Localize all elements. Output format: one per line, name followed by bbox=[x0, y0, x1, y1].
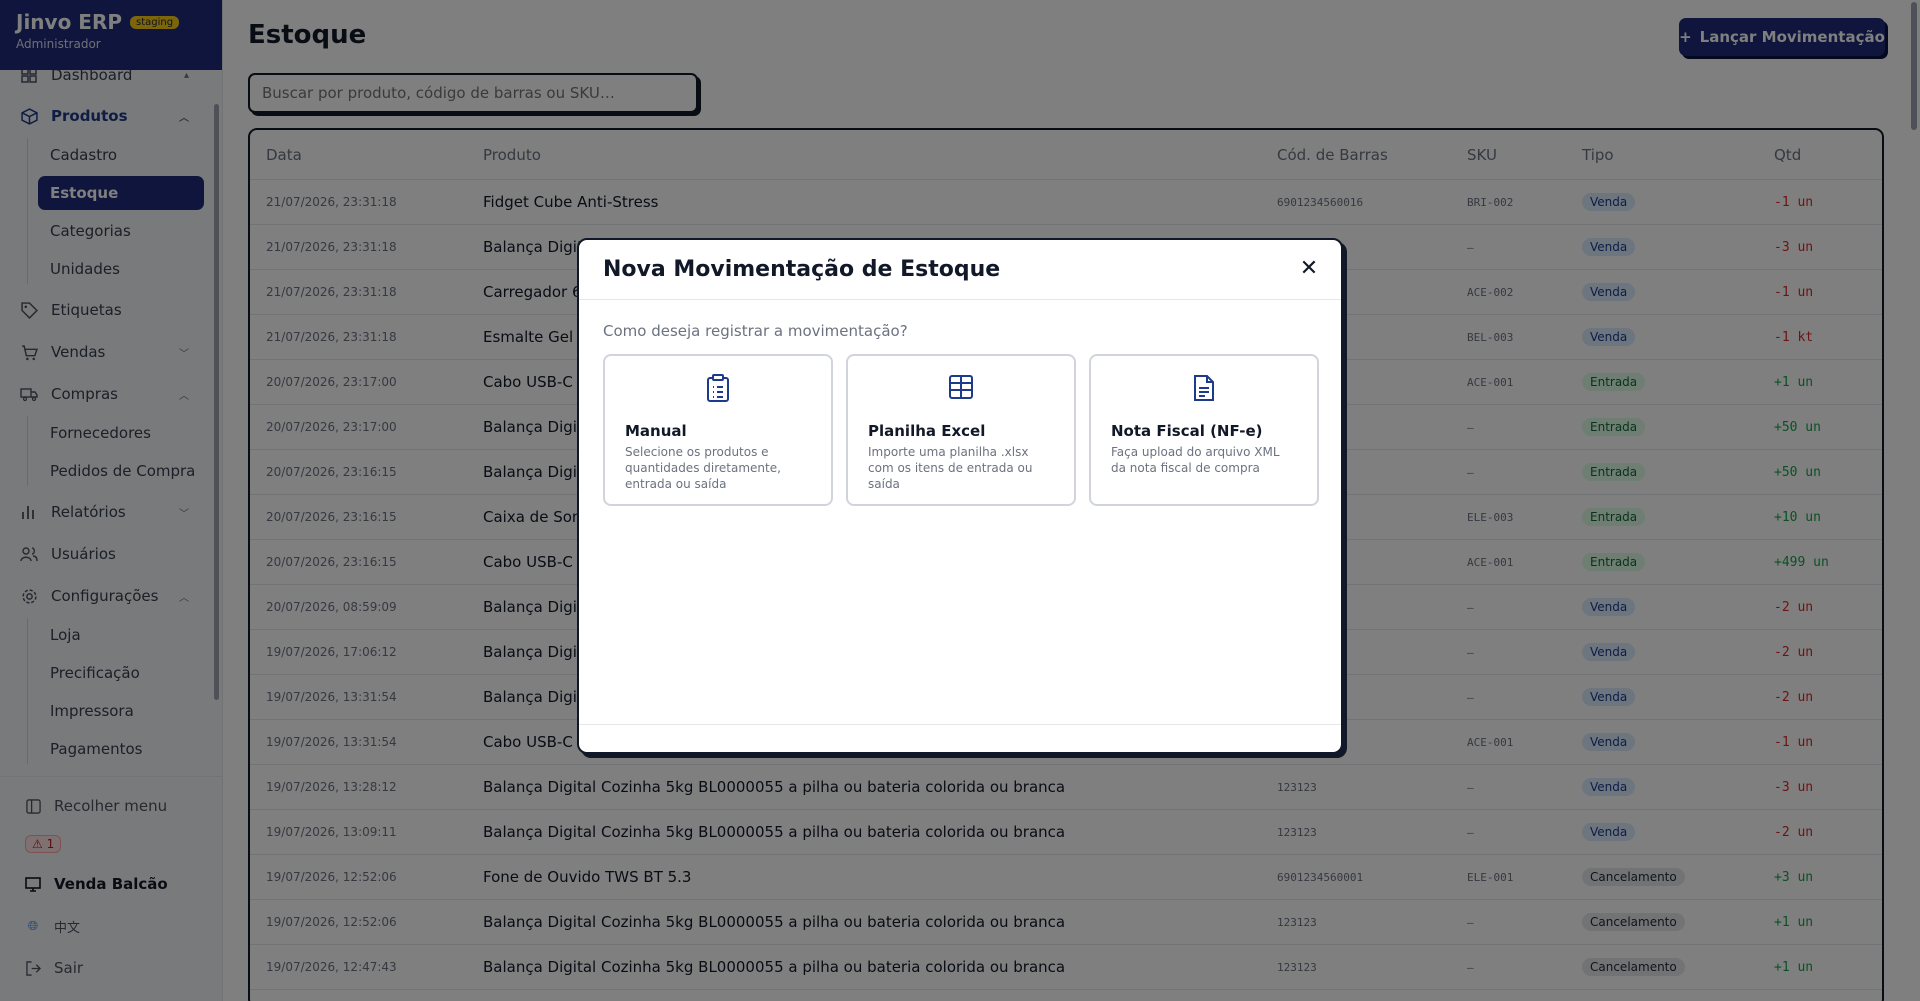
option-nfe[interactable]: Nota Fiscal (NF-e) Faça upload do arquiv… bbox=[1089, 354, 1319, 506]
modal-question: Como deseja registrar a movimentação? bbox=[603, 322, 908, 340]
modal-header: Nova Movimentação de Estoque bbox=[579, 240, 1341, 300]
table-grid-icon bbox=[868, 374, 1054, 404]
new-movement-modal: Nova Movimentação de Estoque ✕ Como dese… bbox=[577, 238, 1343, 754]
modal-title: Nova Movimentação de Estoque bbox=[603, 257, 1001, 282]
option-description: Selecione os produtos e quantidades dire… bbox=[625, 445, 781, 491]
modal-footer bbox=[579, 724, 1341, 725]
option-description: Faça upload do arquivo XML da nota fisca… bbox=[1111, 445, 1280, 475]
option-manual[interactable]: Manual Selecione os produtos e quantidad… bbox=[603, 354, 833, 506]
document-icon bbox=[1111, 374, 1297, 404]
option-title: Nota Fiscal (NF-e) bbox=[1111, 422, 1263, 440]
option-title: Manual bbox=[625, 422, 687, 440]
close-icon[interactable]: ✕ bbox=[1297, 256, 1321, 281]
clipboard-list-icon bbox=[625, 374, 811, 404]
option-title: Planilha Excel bbox=[868, 422, 986, 440]
option-excel[interactable]: Planilha Excel Importe uma planilha .xls… bbox=[846, 354, 1076, 506]
option-description: Importe uma planilha .xlsx com os itens … bbox=[868, 445, 1033, 491]
